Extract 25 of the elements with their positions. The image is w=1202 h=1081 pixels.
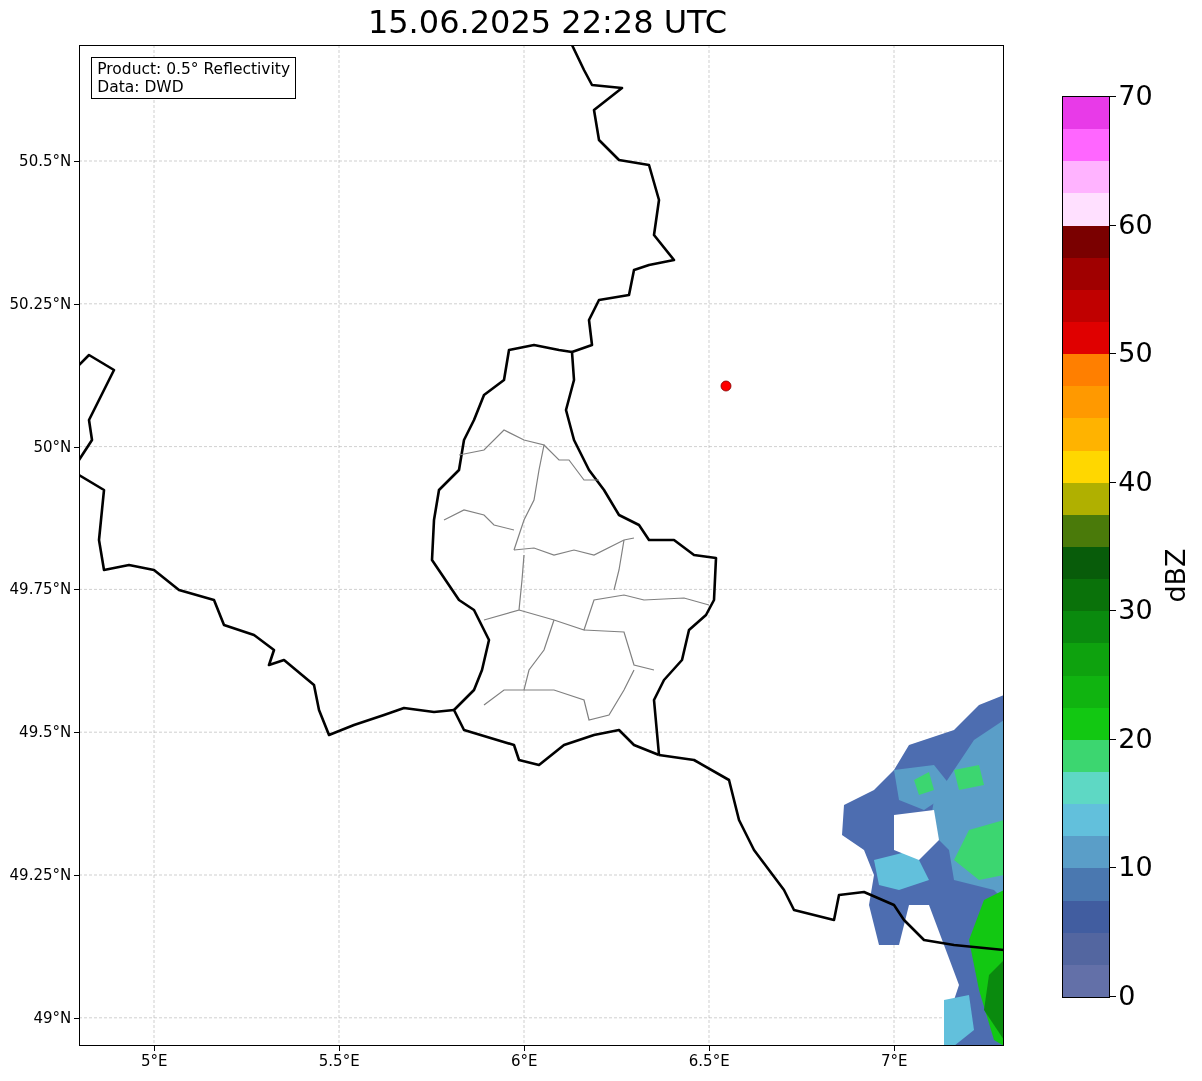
colorbar-tick-label: 60 bbox=[1118, 209, 1153, 240]
colorbar-tick-label: 0 bbox=[1118, 981, 1136, 1011]
chart-title: 15.06.2025 22:28 UTC bbox=[366, 2, 729, 43]
latitude-tick-label: 49.5°N bbox=[19, 723, 72, 742]
info-text: Data: DWD bbox=[97, 78, 185, 96]
colorbar-tick-label: 30 bbox=[1118, 595, 1153, 626]
colorbar-tick-label: 70 bbox=[1118, 81, 1153, 111]
latitude-tick-label: 49°N bbox=[33, 1008, 72, 1027]
latitude-tick-label: 49.25°N bbox=[9, 866, 72, 884]
longitude-tick-label: 6.5°E bbox=[688, 1052, 730, 1070]
latitude-tick-label: 50°N bbox=[33, 437, 72, 456]
latitude-tick-label: 50.5°N bbox=[19, 152, 72, 170]
location-marker bbox=[720, 380, 732, 392]
colorbar-label: dBZ bbox=[1159, 547, 1191, 603]
info-text: Product: 0.5° Reflectivity bbox=[97, 60, 291, 78]
colorbar-tick-label: 20 bbox=[1118, 723, 1153, 754]
colorbar-tick-label: 10 bbox=[1118, 852, 1153, 883]
colorbar-tick-label: 50 bbox=[1118, 338, 1153, 369]
latitude-tick-label: 49.75°N bbox=[9, 580, 72, 599]
colorbar-tick-label: 40 bbox=[1118, 466, 1153, 497]
longitude-tick-label: 5.5°E bbox=[318, 1052, 360, 1070]
latitude-tick-label: 50.25°N bbox=[9, 294, 72, 313]
longitude-tick-label: 6°E bbox=[510, 1052, 538, 1070]
longitude-tick-label: 7°E bbox=[880, 1052, 908, 1070]
longitude-tick-label: 5°E bbox=[140, 1052, 168, 1070]
